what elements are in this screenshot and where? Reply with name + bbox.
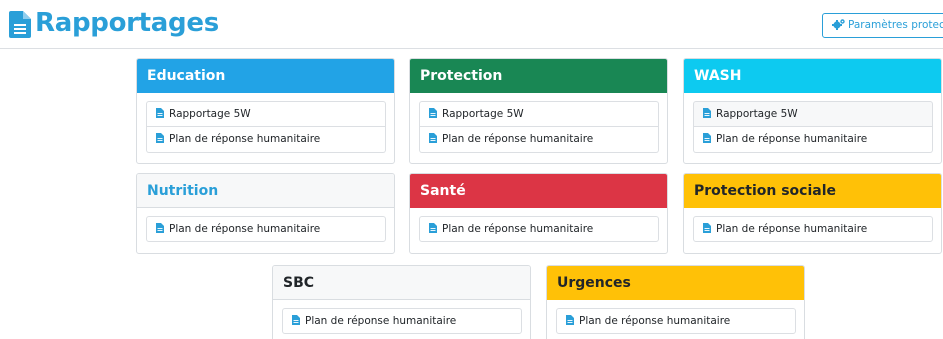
sante-plan-reponse-link[interactable]: Plan de réponse humanitaire: [419, 216, 659, 242]
card-protection-title: Protection: [420, 68, 503, 84]
card-urgences-body: Plan de réponse humanitaire: [547, 300, 804, 339]
item-label: Plan de réponse humanitaire: [716, 223, 868, 235]
page-header: Rapportages Paramètres protection: [0, 0, 943, 49]
item-label: Plan de réponse humanitaire: [169, 133, 321, 145]
card-wash-header: WASH: [684, 59, 941, 93]
item-label: Plan de réponse humanitaire: [442, 223, 594, 235]
parametres-protection-button[interactable]: Paramètres protection: [822, 13, 943, 38]
file-icon: [292, 315, 300, 325]
protection-sociale-plan-reponse-link[interactable]: Plan de réponse humanitaire: [693, 216, 933, 242]
card-nutrition-title: Nutrition: [147, 183, 219, 199]
card-sante-body: Plan de réponse humanitaire: [410, 208, 667, 250]
wash-rapportage-5w-link[interactable]: Rapportage 5W: [693, 101, 933, 127]
cogs-icon: [832, 18, 845, 30]
card-protection-header: Protection: [410, 59, 667, 93]
card-protection-sociale: Protection sociale Plan de réponse human…: [683, 173, 942, 254]
item-label: Plan de réponse humanitaire: [169, 223, 321, 235]
item-label: Rapportage 5W: [169, 108, 251, 120]
card-nutrition: Nutrition Plan de réponse humanitaire: [136, 173, 395, 254]
file-icon: [703, 133, 711, 143]
nutrition-plan-reponse-link[interactable]: Plan de réponse humanitaire: [146, 216, 386, 242]
education-plan-reponse-link[interactable]: Plan de réponse humanitaire: [146, 127, 386, 153]
item-label: Rapportage 5W: [442, 108, 524, 120]
item-label: Plan de réponse humanitaire: [579, 315, 731, 327]
education-rapportage-5w-link[interactable]: Rapportage 5W: [146, 101, 386, 127]
card-protection-sociale-title: Protection sociale: [694, 183, 837, 199]
file-icon: [156, 108, 164, 118]
card-urgences: Urgences Plan de réponse humanitaire: [546, 265, 805, 339]
file-icon: [429, 223, 437, 233]
card-sbc-title: SBC: [283, 275, 315, 291]
page-title: Rapportages: [35, 8, 219, 38]
item-label: Plan de réponse humanitaire: [716, 133, 868, 145]
card-nutrition-body: Plan de réponse humanitaire: [137, 208, 394, 250]
file-icon: [429, 108, 437, 118]
card-education-header: Education: [137, 59, 394, 93]
protection-rapportage-5w-link[interactable]: Rapportage 5W: [419, 101, 659, 127]
card-sante-header: Santé: [410, 174, 667, 208]
file-icon: [566, 315, 574, 325]
card-sbc-header: SBC: [273, 266, 530, 300]
card-protection-sociale-header: Protection sociale: [684, 174, 941, 208]
item-label: Rapportage 5W: [716, 108, 798, 120]
card-wash: WASH Rapportage 5W Plan de réponse human…: [683, 58, 942, 164]
protection-plan-reponse-link[interactable]: Plan de réponse humanitaire: [419, 127, 659, 153]
card-sbc-body: Plan de réponse humanitaire: [273, 300, 530, 339]
card-protection: Protection Rapportage 5W Plan de réponse…: [409, 58, 668, 164]
card-sante: Santé Plan de réponse humanitaire: [409, 173, 668, 254]
card-sbc: SBC Plan de réponse humanitaire: [272, 265, 531, 339]
card-sante-title: Santé: [420, 183, 466, 199]
file-icon: [156, 133, 164, 143]
card-urgences-title: Urgences: [557, 275, 631, 291]
file-icon: [703, 108, 711, 118]
card-wash-body: Rapportage 5W Plan de réponse humanitair…: [684, 93, 941, 161]
card-nutrition-header: Nutrition: [137, 174, 394, 208]
urgences-plan-reponse-link[interactable]: Plan de réponse humanitaire: [556, 308, 796, 334]
item-label: Plan de réponse humanitaire: [442, 133, 594, 145]
card-education-title: Education: [147, 68, 226, 84]
file-icon: [156, 223, 164, 233]
wash-plan-reponse-link[interactable]: Plan de réponse humanitaire: [693, 127, 933, 153]
card-urgences-header: Urgences: [547, 266, 804, 300]
card-education: Education Rapportage 5W Plan de réponse …: [136, 58, 395, 164]
card-education-body: Rapportage 5W Plan de réponse humanitair…: [137, 93, 394, 161]
file-icon: [429, 133, 437, 143]
parametres-protection-label: Paramètres protection: [848, 19, 943, 31]
document-icon: [9, 11, 31, 38]
item-label: Plan de réponse humanitaire: [305, 315, 457, 327]
sbc-plan-reponse-link[interactable]: Plan de réponse humanitaire: [282, 308, 522, 334]
card-protection-body: Rapportage 5W Plan de réponse humanitair…: [410, 93, 667, 161]
card-protection-sociale-body: Plan de réponse humanitaire: [684, 208, 941, 250]
card-wash-title: WASH: [694, 68, 742, 84]
file-icon: [703, 223, 711, 233]
